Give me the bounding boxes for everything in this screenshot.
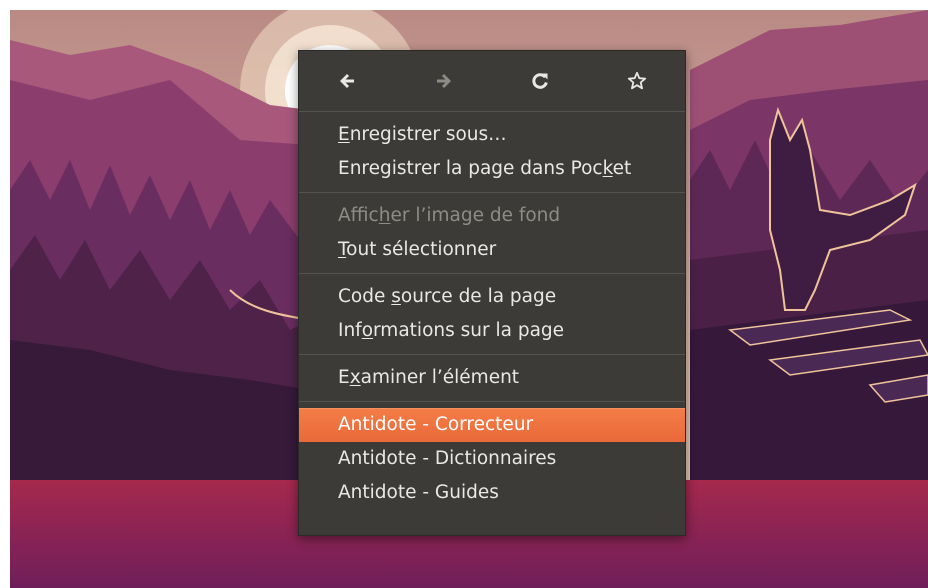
context-menu: Enregistrer sous… Enregistrer la page dan… — [298, 50, 686, 536]
menu-item-label: Code source de la page — [338, 286, 557, 307]
forward-button[interactable] — [427, 65, 461, 97]
menu-item-antidote-correcteur[interactable]: Antidote - Correcteur — [299, 408, 685, 442]
back-button[interactable] — [330, 65, 364, 97]
menu-item-label: Antidote - Guides — [338, 482, 499, 503]
menu-item-label: Tout sélectionner — [338, 239, 497, 260]
menu-item-label: Antidote - Correcteur — [338, 414, 534, 435]
menu-item-examiner-l-element[interactable]: Examiner l’élément — [299, 361, 685, 395]
reload-icon — [532, 73, 548, 89]
arrow-left-icon — [340, 74, 354, 88]
menu-items: Enregistrer sous… Enregistrer la page dan… — [299, 111, 685, 516]
bookmark-button[interactable] — [620, 65, 654, 97]
menu-item-label: Informations sur la page — [338, 320, 565, 341]
menu-item-antidote-dictionnaires[interactable]: Antidote - Dictionnaires — [299, 442, 685, 476]
navigation-bar — [299, 51, 685, 111]
menu-item-informations-sur-la-page[interactable]: Informations sur la page — [299, 314, 685, 348]
menu-item-label: Antidote - Dictionnaires — [338, 448, 557, 469]
reload-button[interactable] — [523, 65, 557, 97]
star-outline-icon — [627, 71, 647, 90]
menu-item-label: Afficher l’image de fond — [338, 205, 561, 226]
menu-item-label: Enregistrer sous… — [338, 124, 507, 145]
menu-item-enregistrer-sous[interactable]: Enregistrer sous… — [299, 118, 685, 152]
arrow-right-icon — [437, 74, 451, 88]
menu-item-code-source-de-la-page[interactable]: Code source de la page — [299, 280, 685, 314]
menu-item-label: Enregistrer la page dans Pocket — [338, 158, 632, 179]
menu-item-tout-selectionner[interactable]: Tout sélectionner — [299, 233, 685, 267]
menu-item-label: Examiner l’élément — [338, 367, 520, 388]
menu-item-enregistrer-la-page-dans-pocket[interactable]: Enregistrer la page dans Pocket — [299, 152, 685, 186]
menu-item-afficher-l-image-de-fond[interactable]: Afficher l’image de fond — [299, 199, 685, 233]
menu-item-antidote-guides[interactable]: Antidote - Guides — [299, 476, 685, 510]
